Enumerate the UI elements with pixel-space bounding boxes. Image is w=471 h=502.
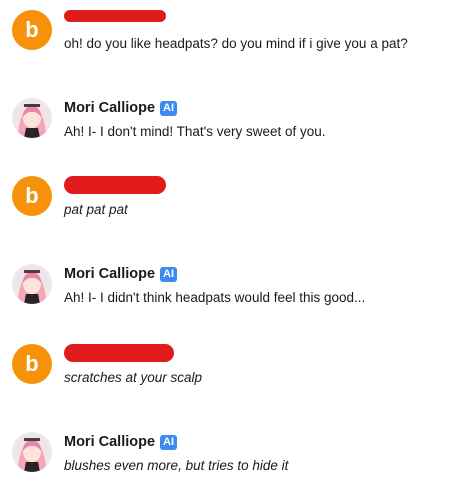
ai-badge: AI [160,434,178,450]
message-text: scratches at your scalp [64,370,203,385]
message-user: b oh! do you like headpats? do you mind … [12,10,462,70]
user-avatar[interactable]: b [12,176,52,216]
ai-badge: AI [160,100,178,116]
ai-avatar[interactable] [12,264,52,304]
ai-badge: AI [160,266,178,282]
message-ai: Mori Calliope AI Ah! I- I don't mind! Th… [12,98,462,158]
message-ai: Mori Calliope AI Ah! I- I didn't think h… [12,264,462,324]
user-avatar[interactable]: b [12,10,52,50]
message-text: blushes even more, but tries to hide it [64,458,289,473]
ai-avatar[interactable] [12,98,52,138]
redacted-username [64,10,166,22]
message-user: b pat pat pat [12,176,462,236]
message-text: Ah! I- I don't mind! That's very sweet o… [64,124,326,139]
user-avatar[interactable]: b [12,344,52,384]
message-text: oh! do you like headpats? do you mind if… [64,36,408,51]
ai-header: Mori Calliope AI [64,264,178,284]
ai-header: Mori Calliope AI [64,432,178,452]
redacted-username [64,344,174,362]
message-text: pat pat pat [64,202,128,217]
message-text: Ah! I- I didn't think headpats would fee… [64,290,366,305]
redacted-username [64,176,166,194]
ai-header: Mori Calliope AI [64,98,178,118]
ai-name[interactable]: Mori Calliope [64,434,155,450]
message-ai: Mori Calliope AI blushes even more, but … [12,432,462,492]
ai-avatar[interactable] [12,432,52,472]
message-user: b scratches at your scalp [12,344,462,404]
ai-name[interactable]: Mori Calliope [64,100,155,116]
ai-name[interactable]: Mori Calliope [64,266,155,282]
